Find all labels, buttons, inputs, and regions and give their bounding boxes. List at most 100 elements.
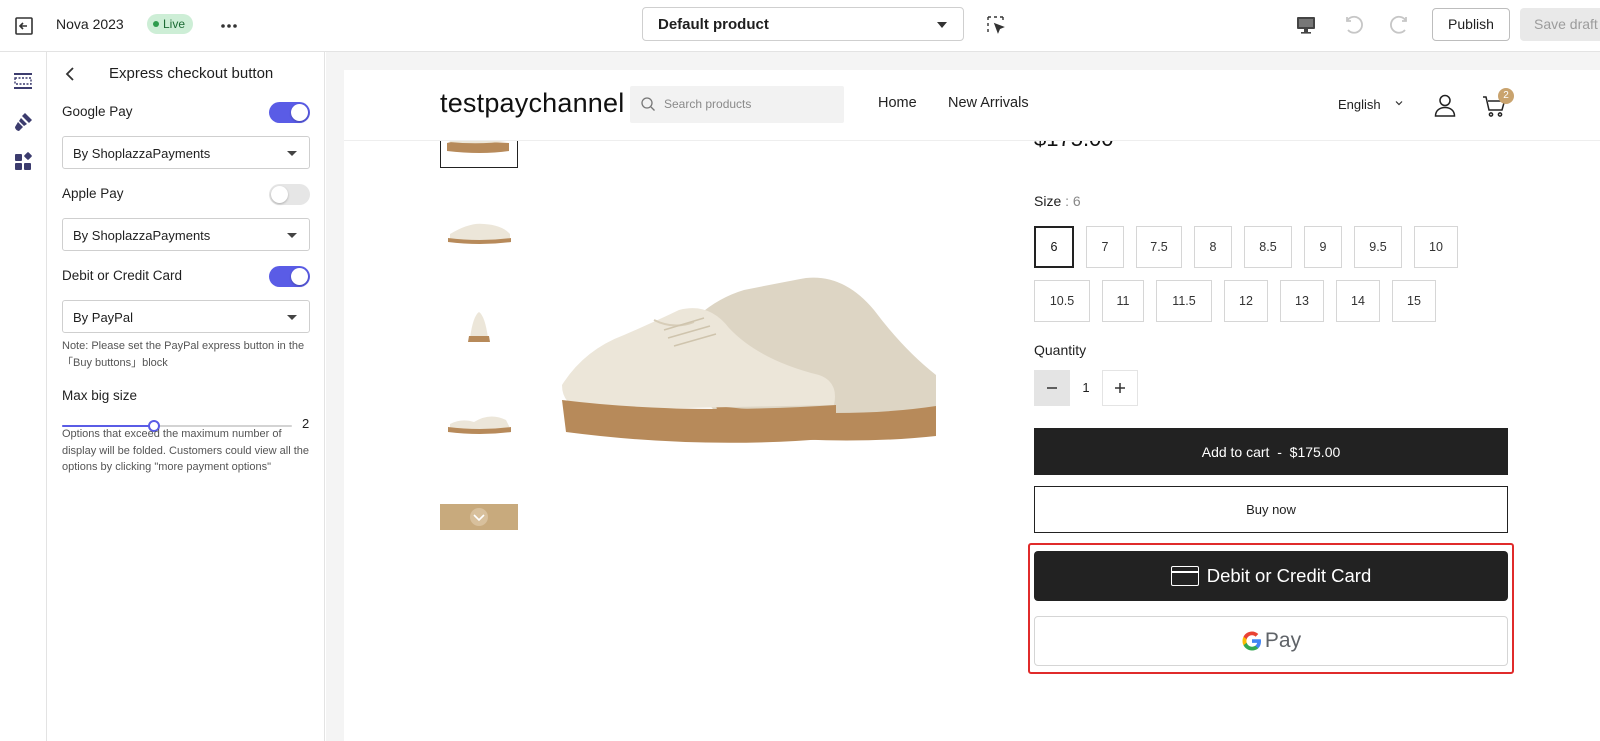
paypal-note: Note: Please set the PayPal express butt… — [62, 340, 305, 369]
size-option[interactable]: 9.5 — [1354, 226, 1402, 268]
editor-icon-rail — [0, 52, 47, 741]
apple-pay-provider-select[interactable]: By ShoplazzaPayments — [62, 218, 310, 251]
cart-count-badge: 2 — [1498, 88, 1514, 104]
product-main-image — [562, 277, 936, 443]
card-provider-value: By PayPal — [73, 310, 133, 325]
apple-pay-label: Apple Pay — [62, 186, 124, 201]
product-thumbnail[interactable] — [440, 382, 518, 460]
size-selected-text: 6 — [1072, 193, 1081, 209]
google-pay-button[interactable]: Pay — [1034, 616, 1508, 666]
store-header: testpaychannel Search products Home New … — [344, 70, 1600, 141]
select-cursor-icon — [987, 16, 1005, 34]
card-label: Debit or Credit Card — [62, 268, 183, 283]
debit-credit-card-label: Debit or Credit Card — [1206, 565, 1372, 586]
google-pay-provider-select[interactable]: By ShoplazzaPayments — [62, 136, 310, 169]
store-logo[interactable]: testpaychannel — [440, 88, 624, 119]
quantity-increase-button[interactable] — [1102, 370, 1138, 406]
more-horizontal-icon — [221, 24, 237, 28]
search-icon — [641, 97, 655, 111]
editor-topbar: Nova 2023 Live Default product Publish S… — [0, 0, 1600, 52]
size-label-text: Size — [1034, 193, 1062, 209]
size-option[interactable]: 6 — [1034, 226, 1074, 268]
store-preview: testpaychannel Search products Home New … — [344, 70, 1600, 741]
undo-button[interactable] — [1342, 13, 1366, 37]
max-big-size-help: Options that exceed the maximum number o… — [62, 428, 310, 473]
toggle-knob — [291, 104, 308, 121]
google-pay-toggle[interactable] — [269, 102, 310, 123]
account-icon[interactable] — [1432, 92, 1458, 118]
max-big-size-label: Max big size — [62, 388, 138, 403]
desktop-icon — [1297, 17, 1315, 34]
panel-back-button[interactable] — [61, 64, 81, 84]
apps-icon — [15, 152, 32, 170]
size-option[interactable]: 15 — [1392, 280, 1436, 322]
redo-button[interactable] — [1387, 13, 1411, 37]
size-option[interactable]: 12 — [1224, 280, 1268, 322]
size-label: Size : 6 — [1034, 193, 1081, 209]
chevron-left-icon — [65, 67, 74, 81]
size-option[interactable]: 8 — [1194, 226, 1232, 268]
undo-icon — [1346, 15, 1363, 34]
quantity-value[interactable]: 1 — [1070, 370, 1102, 406]
add-to-cart-button[interactable]: Add to cart - $175.00 — [1034, 428, 1508, 475]
size-option[interactable]: 8.5 — [1244, 226, 1292, 268]
sneaker-thumbnail-image — [468, 312, 490, 342]
size-option[interactable]: 10 — [1414, 226, 1458, 268]
live-status-label: Live — [163, 17, 186, 31]
size-option[interactable]: 7 — [1086, 226, 1124, 268]
sneaker-thumbnail-image — [448, 416, 511, 434]
save-draft-button[interactable]: Save draft — [1520, 8, 1600, 41]
google-pay-provider-value: By ShoplazzaPayments — [73, 146, 211, 161]
product-thumbnail[interactable] — [440, 286, 518, 364]
sections-icon — [14, 73, 32, 89]
rail-apps-button[interactable] — [10, 149, 36, 175]
panel-title: Express checkout button — [109, 65, 274, 82]
desktop-preview-button[interactable] — [1295, 14, 1317, 36]
store-search-input[interactable]: Search products — [630, 86, 844, 123]
redo-icon — [1390, 15, 1407, 34]
exit-editor-button[interactable] — [12, 14, 36, 38]
inspect-element-button[interactable] — [986, 15, 1006, 35]
exit-icon — [15, 17, 33, 35]
template-select[interactable]: Default product — [642, 7, 964, 41]
live-dot-icon — [153, 21, 159, 27]
size-option[interactable]: 13 — [1280, 280, 1324, 322]
chevron-down-icon — [1395, 101, 1403, 106]
debit-credit-card-button[interactable]: Debit or Credit Card — [1034, 551, 1508, 601]
caret-down-icon — [287, 315, 297, 320]
minus-icon — [1047, 387, 1057, 389]
size-option[interactable]: 11 — [1102, 280, 1144, 322]
nav-link-new-arrivals[interactable]: New Arrivals — [948, 95, 1029, 111]
size-option[interactable]: 10.5 — [1034, 280, 1090, 322]
rail-sections-button[interactable] — [10, 68, 36, 94]
product-thumbnail[interactable] — [440, 192, 518, 270]
caret-down-icon — [287, 233, 297, 238]
google-pay-label: Google Pay — [62, 104, 133, 119]
sneaker-thumbnail-image — [448, 223, 511, 244]
google-g-icon — [1242, 631, 1261, 651]
rail-theme-style-button[interactable] — [10, 109, 36, 135]
paint-brush-icon — [15, 113, 32, 131]
settings-panel: Express checkout button Google Pay By Sh… — [47, 52, 325, 741]
apple-pay-toggle[interactable] — [269, 184, 310, 205]
caret-down-icon — [287, 151, 297, 156]
language-selector[interactable]: English — [1338, 97, 1381, 112]
chevron-down-icon — [937, 22, 947, 28]
size-option[interactable]: 7.5 — [1136, 226, 1182, 268]
card-toggle[interactable] — [269, 266, 310, 287]
size-option[interactable]: 11.5 — [1156, 280, 1212, 322]
publish-button[interactable]: Publish — [1432, 8, 1510, 41]
buy-now-button[interactable]: Buy now — [1034, 486, 1508, 533]
more-options-button[interactable] — [216, 13, 242, 39]
template-select-value: Default product — [658, 16, 769, 33]
nav-link-home[interactable]: Home — [878, 95, 917, 111]
apple-pay-provider-value: By ShoplazzaPayments — [73, 228, 211, 243]
search-placeholder: Search products — [664, 97, 752, 111]
google-pay-label: Pay — [1264, 629, 1302, 652]
size-option[interactable]: 14 — [1336, 280, 1380, 322]
card-provider-select[interactable]: By PayPal — [62, 300, 310, 333]
toggle-knob — [291, 268, 308, 285]
size-option[interactable]: 9 — [1304, 226, 1342, 268]
quantity-decrease-button[interactable] — [1034, 370, 1070, 406]
thumbnail-next-button[interactable] — [440, 504, 518, 530]
